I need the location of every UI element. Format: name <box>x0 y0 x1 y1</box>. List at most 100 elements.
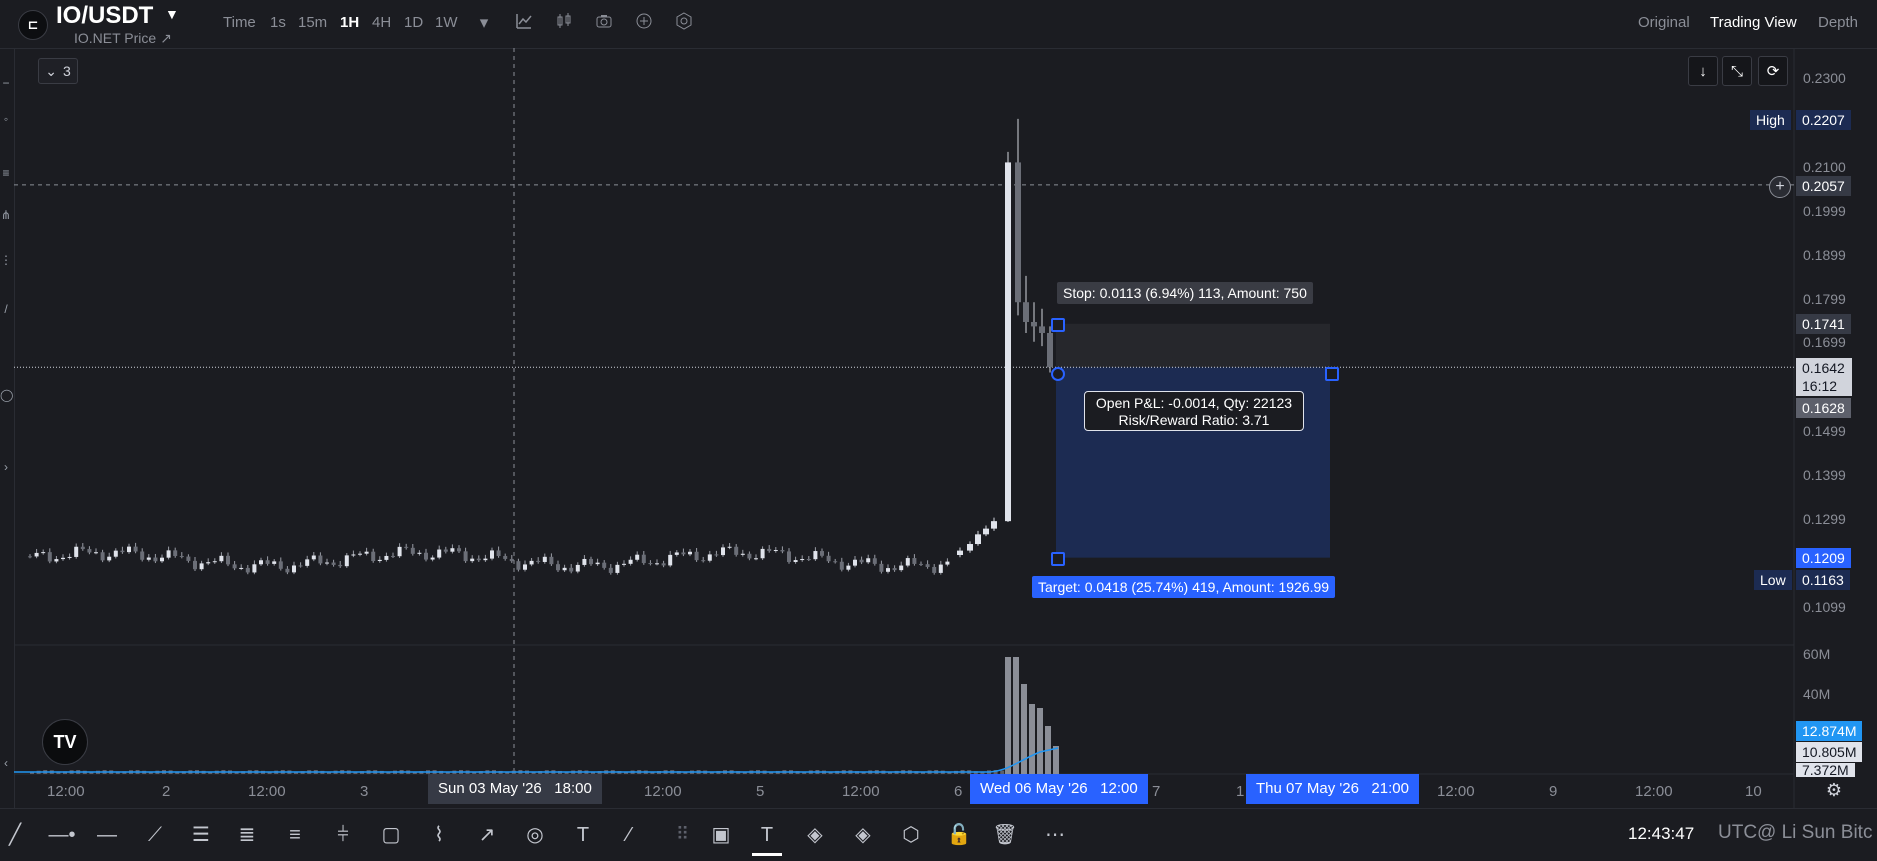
settings-icon[interactable] <box>673 12 695 34</box>
candle-body <box>635 554 640 560</box>
camera-icon[interactable] <box>593 12 615 34</box>
candle-body <box>483 558 488 561</box>
time-tick: 6 <box>954 783 963 800</box>
path-icon[interactable]: ⌇ <box>424 820 454 850</box>
candle-body <box>100 552 105 561</box>
reset-chart-button[interactable]: ⟳ <box>1758 56 1788 86</box>
add-alert-plus-icon[interactable]: + <box>1769 176 1791 198</box>
indicators-icon[interactable] <box>513 12 535 34</box>
indicator-legend-toggle[interactable]: ⌄ 3 <box>38 58 78 84</box>
polyline-icon[interactable]: ⟋ <box>140 820 170 850</box>
time-tick: 10 <box>1745 783 1762 800</box>
candle-body <box>740 553 745 555</box>
volume-bar <box>1029 704 1035 774</box>
text-icon[interactable]: T <box>568 820 598 850</box>
candle-body <box>212 561 217 563</box>
indicator-count: 3 <box>62 63 71 79</box>
paint-bucket-alt-icon[interactable]: ◈ <box>848 820 878 850</box>
candle-body <box>1047 332 1053 368</box>
candle-body <box>292 565 296 573</box>
interval-time[interactable]: Time <box>223 14 256 31</box>
scroll-to-latest-button[interactable]: ↓ <box>1688 56 1718 86</box>
symbol-subtitle-link[interactable]: IO.NET Price ↗ <box>74 30 172 47</box>
candle-body <box>866 558 871 563</box>
parallel-channel-icon[interactable]: ☰ <box>186 820 216 850</box>
trend-line-icon[interactable]: ╱ <box>0 820 30 850</box>
rectangle-icon[interactable]: ▢ <box>376 820 406 850</box>
entry-price-label: 0.1628 <box>1796 398 1851 418</box>
tradingview-logo-icon[interactable]: TV <box>42 719 88 765</box>
fib-extension-icon[interactable]: ≡ <box>280 820 310 850</box>
candle-body <box>272 561 277 564</box>
candle-body <box>655 563 659 565</box>
arrow-icon[interactable]: ↗ <box>472 820 502 850</box>
candle-body <box>707 554 712 561</box>
candle-body <box>410 547 415 554</box>
time-tick: 7 <box>1152 783 1161 800</box>
symbol-title[interactable]: IO/USDT <box>56 2 153 30</box>
entry-handle[interactable] <box>1051 367 1065 381</box>
interval-1s[interactable]: 1s <box>270 14 286 31</box>
candle-body <box>166 550 171 558</box>
candle-body <box>113 550 118 557</box>
volume-ma-line <box>14 747 1059 773</box>
width-handle[interactable] <box>1325 367 1339 381</box>
symbol-dropdown-icon[interactable]: ▼ <box>165 6 179 22</box>
candle-body <box>358 553 362 555</box>
candle-body <box>529 560 534 565</box>
horizontal-ray-icon[interactable]: —• <box>47 820 77 850</box>
candle-body <box>239 567 244 569</box>
view-tab-original[interactable]: Original <box>1638 14 1690 31</box>
candle-body <box>800 559 805 561</box>
more-icon[interactable]: ⋯ <box>1040 820 1070 850</box>
candle-body <box>193 560 197 570</box>
pitchfork-icon[interactable]: ⫩ <box>328 820 358 850</box>
lock-icon[interactable]: 🔓 <box>944 820 974 850</box>
trash-icon[interactable]: 🗑 <box>990 820 1020 850</box>
candle-body <box>641 554 646 564</box>
stop-zone <box>1056 323 1330 368</box>
candle-body <box>107 556 112 561</box>
plus-circle-icon[interactable] <box>633 12 655 34</box>
text-tool-icon[interactable]: T <box>752 820 782 856</box>
candle-body <box>886 568 890 572</box>
chart-settings-gear-icon[interactable]: ⚙ <box>1823 779 1845 801</box>
drag-handle-icon[interactable]: ⠿ <box>676 824 689 845</box>
target-handle[interactable] <box>1051 552 1065 566</box>
candle-body <box>127 546 131 553</box>
interval-1h[interactable]: 1H <box>340 14 359 31</box>
crosshair-time-label: Sun 03 May '26 18:00 <box>428 774 602 804</box>
candle-body <box>562 567 567 571</box>
candle-body <box>734 546 739 555</box>
candles-icon[interactable] <box>553 12 575 34</box>
candle-body <box>582 558 587 565</box>
view-tab-depth[interactable]: Depth <box>1818 14 1858 31</box>
candle-body <box>820 551 824 556</box>
fullscreen-button[interactable]: ⤡ <box>1722 56 1752 86</box>
candle-body <box>681 552 686 555</box>
candle-body <box>311 555 316 560</box>
candle-body <box>912 558 917 564</box>
circle-icon[interactable]: ◎ <box>520 820 550 850</box>
interval-4h[interactable]: 4H <box>372 14 391 31</box>
candle-body <box>813 551 818 560</box>
interval-1w[interactable]: 1W <box>435 14 458 31</box>
view-tab-trading-view[interactable]: Trading View <box>1710 14 1797 31</box>
layout-icon[interactable]: ▣ <box>706 820 736 850</box>
candle-body <box>94 552 98 554</box>
horizontal-line-icon[interactable]: — <box>92 820 122 850</box>
hexagon-icon[interactable]: ⬡ <box>896 820 926 850</box>
candle-body <box>28 556 32 558</box>
paint-bucket-icon[interactable]: ◈ <box>800 820 830 850</box>
stop-handle[interactable] <box>1051 318 1065 332</box>
interval-1d[interactable]: 1D <box>404 14 423 31</box>
time-tick: 9 <box>1549 783 1558 800</box>
price-chart[interactable] <box>0 48 1877 808</box>
interval-15m[interactable]: 15m <box>298 14 327 31</box>
chevron-down-icon[interactable]: ▾ <box>473 12 495 34</box>
fib-retracement-icon[interactable]: ≣ <box>232 820 262 850</box>
candle-body <box>1015 162 1021 303</box>
candle-body <box>549 556 554 565</box>
ray-icon[interactable]: ⁄ <box>614 820 644 850</box>
candle-body <box>622 563 626 565</box>
